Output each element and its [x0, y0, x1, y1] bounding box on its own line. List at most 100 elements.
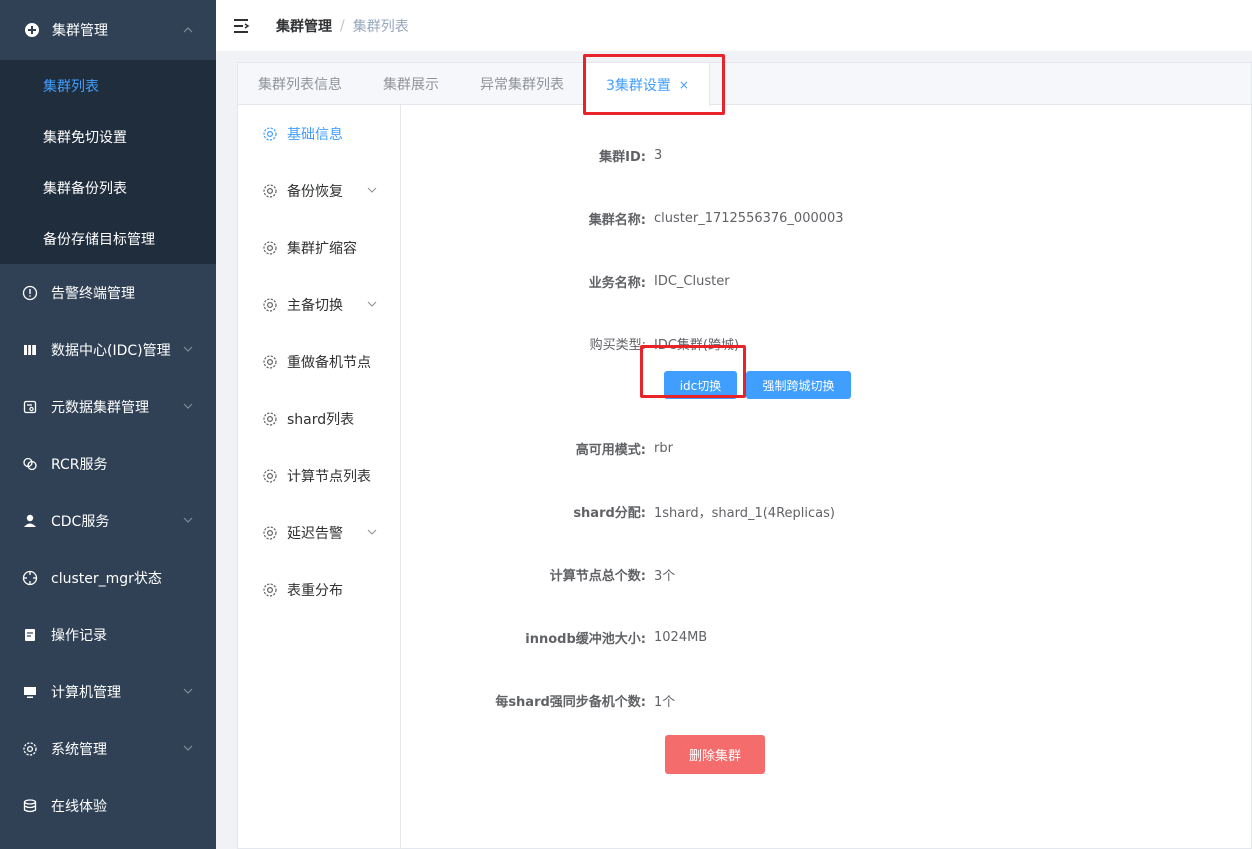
tab-bar: 集群列表信息 集群展示 异常集群列表 3集群设置 ×: [238, 63, 1251, 106]
delete-cluster-button[interactable]: 删除集群: [665, 735, 765, 774]
breadcrumb: 集群管理 / 集群列表: [276, 16, 409, 36]
side-menu-backup-restore[interactable]: 备份恢复: [238, 162, 400, 219]
chevron-down-icon: [183, 346, 193, 352]
field-value: IDC_Cluster: [654, 273, 730, 289]
close-icon[interactable]: ×: [679, 78, 689, 92]
field-compute-nodes: 计算节点总个数: 3个: [402, 564, 1252, 584]
sidebar-item-label: cluster_mgr状态: [51, 570, 162, 587]
sidebar-submenu: 集群列表 集群免切设置 集群备份列表 备份存储目标管理: [0, 60, 216, 264]
sidebar-item-computer[interactable]: 计算机管理: [0, 663, 216, 720]
field-value: cluster_1712556376_000003: [654, 210, 844, 226]
top-navbar: 集群管理 / 集群列表: [216, 0, 1252, 52]
crosshair-icon: [22, 570, 38, 586]
field-value: 3个: [654, 568, 676, 584]
field-shard-alloc: shard分配: 1shard，shard_1(4Replicas): [402, 501, 1252, 521]
side-menu-label: 备份恢复: [287, 183, 343, 200]
sidebar-item-cluster-mgr[interactable]: cluster_mgr状态: [0, 549, 216, 606]
sidebar: 集群管理 集群列表 集群免切设置 集群备份列表 备份存储目标管理 告警终端管理 …: [0, 0, 216, 849]
field-value: 1shard，shard_1(4Replicas): [654, 505, 835, 521]
sidebar-item-online-trial[interactable]: 在线体验: [0, 777, 216, 834]
field-value: 1024MB: [654, 629, 708, 645]
tab-cluster-display[interactable]: 集群展示: [363, 63, 460, 105]
field-label: 高可用模式:: [575, 442, 646, 458]
sidebar-item-system[interactable]: 系统管理: [0, 720, 216, 777]
tab-cluster-settings[interactable]: 3集群设置 ×: [585, 63, 710, 106]
side-menu-basic-info[interactable]: 基础信息: [238, 105, 400, 162]
side-menu-compute-node-list[interactable]: 计算节点列表: [238, 447, 400, 504]
sidebar-group-label: 集群管理: [52, 23, 108, 39]
tab-abnormal-cluster-list[interactable]: 异常集群列表: [460, 63, 585, 105]
field-label: 业务名称:: [588, 275, 646, 291]
chevron-down-icon: [367, 301, 377, 307]
side-menu-table-redistribute[interactable]: 表重分布: [238, 561, 400, 618]
sidebar-item-cluster-list[interactable]: 集群列表: [0, 60, 216, 111]
field-cluster-name: 集群名称: cluster_1712556376_000003: [402, 208, 1252, 228]
field-label: 计算节点总个数:: [549, 568, 646, 584]
field-label: 每shard强同步备机个数:: [495, 694, 646, 710]
force-cross-city-switch-button[interactable]: 强制跨城切换: [746, 371, 851, 399]
sidebar-item-metadata-cluster[interactable]: 元数据集群管理: [0, 378, 216, 435]
side-menu-label: 基础信息: [287, 126, 343, 143]
sidebar-group-cluster-management[interactable]: 集群管理: [0, 0, 216, 60]
field-label: 购买类型:: [589, 337, 646, 353]
gear-icon: [263, 126, 277, 141]
sidebar-item-rcr[interactable]: RCR服务: [0, 435, 216, 492]
monitor-icon: [22, 684, 38, 700]
chevron-down-icon: [183, 688, 193, 694]
plus-circle-icon: [24, 22, 40, 38]
side-menu-label: 延迟告警: [287, 525, 343, 542]
sidebar-item-cluster-noswitch[interactable]: 集群免切设置: [0, 111, 216, 162]
datacenter-icon: [22, 342, 38, 358]
side-menu-switchover[interactable]: 主备切换: [238, 276, 400, 333]
breadcrumb-cluster-management[interactable]: 集群管理: [276, 16, 332, 36]
chevron-down-icon: [367, 187, 377, 193]
field-label: shard分配:: [573, 505, 646, 521]
field-purchase-type: 购买类型: IDC集群(跨城): [402, 333, 1252, 353]
side-menu-delay-alert[interactable]: 延迟告警: [238, 504, 400, 561]
field-ha-mode: 高可用模式: rbr: [402, 438, 1252, 458]
user-icon: [22, 513, 38, 529]
sidebar-item-alert-terminal[interactable]: 告警终端管理: [0, 264, 216, 321]
sidebar-item-cdc[interactable]: CDC服务: [0, 492, 216, 549]
chevron-down-icon: [367, 529, 377, 535]
sidebar-item-operation-log[interactable]: 操作记录: [0, 606, 216, 663]
side-menu-shard-list[interactable]: shard列表: [238, 390, 400, 447]
field-sync-replicas: 每shard强同步备机个数: 1个: [402, 690, 1252, 710]
field-value: IDC集群(跨城): [654, 337, 740, 353]
side-menu-rebuild-replica[interactable]: 重做备机节点: [238, 333, 400, 390]
sidebar-item-label: CDC服务: [51, 513, 110, 530]
hamburger-icon[interactable]: [232, 16, 252, 36]
tab-cluster-list-info[interactable]: 集群列表信息: [238, 63, 363, 105]
field-label: 集群ID:: [599, 149, 646, 165]
gear-icon: [263, 411, 277, 426]
field-value: 1个: [654, 694, 676, 710]
side-menu-label: 集群扩缩容: [287, 240, 357, 257]
sidebar-item-label: 数据中心(IDC)管理: [51, 342, 171, 359]
side-menu-label: shard列表: [287, 411, 355, 428]
database-icon: [22, 798, 38, 814]
alert-circle-icon: [22, 285, 38, 301]
sidebar-item-idc[interactable]: 数据中心(IDC)管理: [0, 321, 216, 378]
sidebar-item-label: 在线体验: [51, 798, 107, 815]
cluster-settings-card: 集群列表信息 集群展示 异常集群列表 3集群设置 × 基础信息 备份恢复 集群扩…: [237, 62, 1252, 849]
sidebar-item-cluster-backup[interactable]: 集群备份列表: [0, 162, 216, 213]
sidebar-item-backup-storage[interactable]: 备份存储目标管理: [0, 213, 216, 264]
idc-switch-button[interactable]: idc切换: [664, 371, 737, 399]
gear-icon: [263, 525, 277, 540]
chevron-down-icon: [183, 517, 193, 523]
gear-icon: [263, 183, 277, 198]
side-menu-label: 表重分布: [287, 582, 343, 599]
side-menu-scale[interactable]: 集群扩缩容: [238, 219, 400, 276]
gear-icon: [263, 297, 277, 312]
field-value: rbr: [654, 440, 673, 456]
sidebar-item-label: 元数据集群管理: [51, 399, 149, 416]
gear-icon: [263, 354, 277, 369]
gear-icon: [263, 582, 277, 597]
chevron-down-icon: [183, 745, 193, 751]
sidebar-item-label: RCR服务: [51, 456, 108, 473]
field-business-name: 业务名称: IDC_Cluster: [402, 271, 1252, 291]
chevron-down-icon: [183, 403, 193, 409]
breadcrumb-separator: /: [340, 17, 345, 34]
main-content: 集群列表信息 集群展示 异常集群列表 3集群设置 × 基础信息 备份恢复 集群扩…: [216, 52, 1252, 849]
sidebar-item-label: 系统管理: [51, 741, 107, 758]
